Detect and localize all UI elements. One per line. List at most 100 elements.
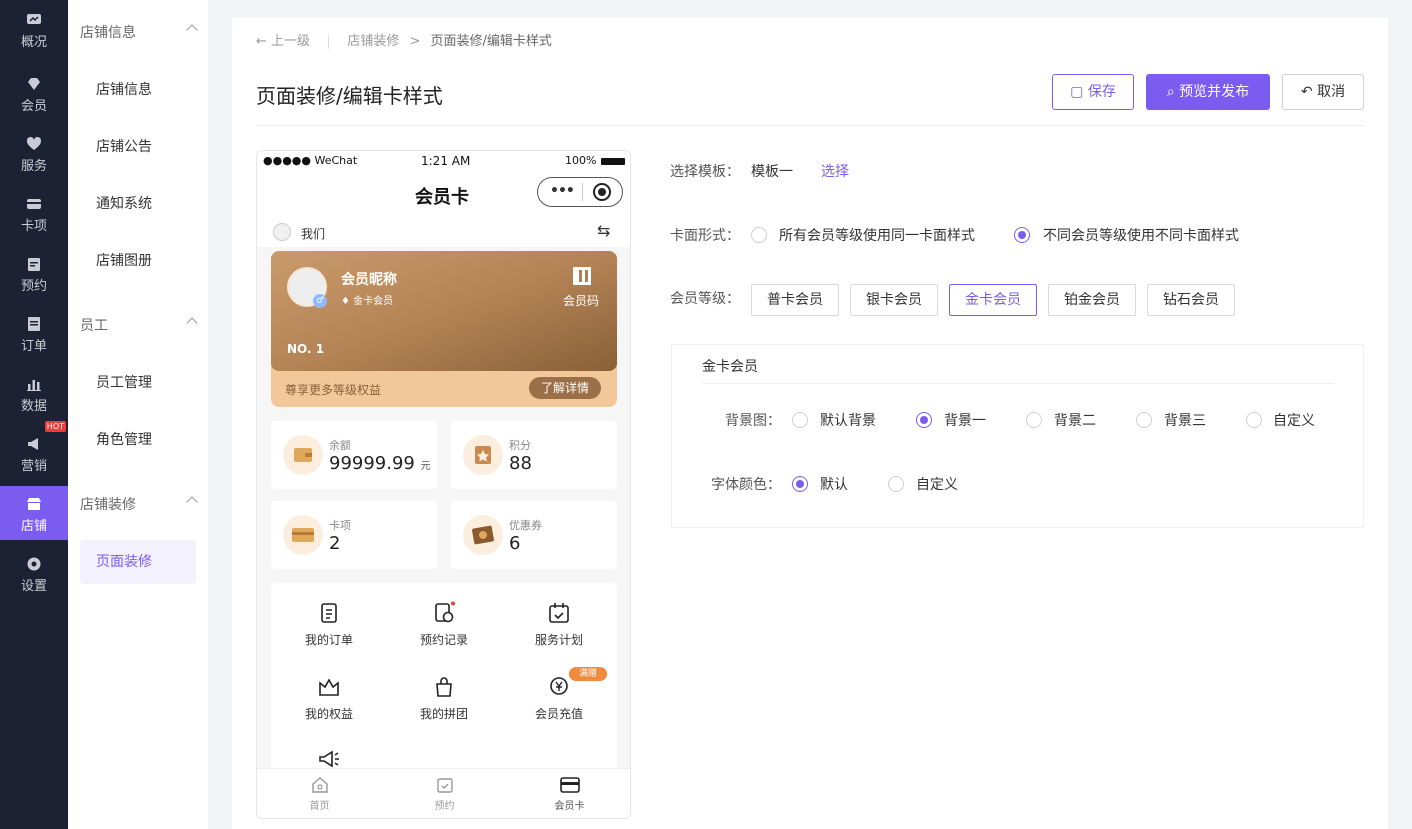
grid-my-benefits-label: 我的权益 <box>304 707 353 721</box>
bg-default-label[interactable]: 默认背景 <box>820 410 876 430</box>
level-tab-silver[interactable]: 银卡会员 <box>850 284 938 316</box>
megaphone-icon <box>28 438 38 450</box>
font-custom-label[interactable]: 自定义 <box>916 474 958 494</box>
tab-booking[interactable]: 预约 <box>382 775 507 812</box>
bg-custom-label[interactable]: 自定义 <box>1273 410 1315 430</box>
crown-icon <box>319 678 339 696</box>
stat-coupons-value: 6 <box>509 533 521 554</box>
nav-cards[interactable]: 卡项 <box>0 186 68 240</box>
nav-booking[interactable]: 预约 <box>0 246 68 300</box>
bg-one-radio[interactable] <box>916 412 932 428</box>
order-icon <box>28 317 40 331</box>
nav-services[interactable]: 服务 <box>0 126 68 180</box>
bg-two-radio[interactable] <box>1026 412 1042 428</box>
style-different-radio[interactable] <box>1014 227 1030 243</box>
style-same-label[interactable]: 所有会员等级使用同一卡面样式 <box>779 225 975 245</box>
level-panel-title: 金卡会员 <box>702 359 758 375</box>
group-decoration[interactable]: 店铺装修 <box>80 494 198 514</box>
subnav-item-store-info[interactable]: 店铺信息 <box>80 68 196 112</box>
nav-store-label: 店铺 <box>20 519 47 534</box>
store-icon <box>27 498 41 510</box>
tab-home[interactable]: 首页 <box>257 775 382 812</box>
preview-publish-button[interactable]: ⌕ 预览并发布 <box>1146 74 1270 110</box>
secondary-nav: 店铺信息 店铺信息 店铺公告 通知系统 店铺图册 员工 员工管理 角色管理 店铺… <box>68 0 208 829</box>
subnav-item-roles[interactable]: 角色管理 <box>80 418 196 462</box>
capsule-menu[interactable]: ••• <box>537 177 623 207</box>
status-time: 1:21 AM <box>421 154 471 168</box>
member-number: NO. 1 <box>287 342 325 356</box>
nav-data[interactable]: 数据 <box>0 366 68 420</box>
breadcrumb: ← 上一级 店铺装修 > 页面装修/编辑卡样式 <box>256 30 552 49</box>
status-carrier: ●●●●● WeChat <box>263 154 358 167</box>
recharge-badge: 满赠 <box>569 667 607 681</box>
bg-three-radio[interactable] <box>1136 412 1152 428</box>
tab-member-card[interactable]: 会员卡 <box>507 775 630 812</box>
font-custom-radio[interactable] <box>888 476 904 492</box>
stat-balance[interactable]: 余额 99999.99 元 <box>271 421 437 489</box>
font-default-radio[interactable] <box>792 476 808 492</box>
phone-title: 会员卡 <box>415 187 469 208</box>
tab-home-label: 首页 <box>309 801 330 812</box>
subnav-item-notification[interactable]: 通知系统 <box>80 182 196 226</box>
details-button[interactable]: 了解详情 <box>529 377 601 399</box>
breadcrumb-parent[interactable]: 店铺装修 <box>347 34 399 49</box>
card-icon <box>559 777 580 793</box>
points-icon <box>463 435 503 475</box>
nav-settings[interactable]: 设置 <box>0 546 68 600</box>
qr-code-label[interactable]: 会员码 <box>563 292 599 309</box>
switch-icon[interactable]: ⇆ <box>597 221 610 240</box>
grid-my-orders[interactable]: 我的订单 <box>279 601 379 648</box>
grid-my-benefits[interactable]: 我的权益 <box>279 675 379 722</box>
subnav-item-page-decoration[interactable]: 页面装修 <box>80 540 196 584</box>
stat-points[interactable]: 积分 88 <box>451 421 617 489</box>
save-button[interactable]: ▢ 保存 <box>1052 74 1134 110</box>
group-staff-label: 员工 <box>80 318 108 334</box>
group-store-info[interactable]: 店铺信息 <box>80 22 198 42</box>
level-tab-gold[interactable]: 金卡会员 <box>949 284 1037 316</box>
nav-marketing[interactable]: HOT 营销 <box>0 421 68 480</box>
nav-cards-label: 卡项 <box>20 219 47 234</box>
grid-booking-records[interactable]: 预约记录 <box>394 601 494 648</box>
grid-my-group-buy[interactable]: 我的拼团 <box>394 675 494 722</box>
close-target-icon <box>593 183 611 201</box>
nav-overview[interactable]: 概况 <box>0 0 68 54</box>
bg-two-label[interactable]: 背景二 <box>1054 410 1096 430</box>
stat-coupons[interactable]: 优惠券 6 <box>451 501 617 569</box>
cancel-button[interactable]: ↶ 取消 <box>1282 74 1364 110</box>
bg-three-label[interactable]: 背景三 <box>1164 410 1206 430</box>
nav-booking-label: 预约 <box>20 279 47 294</box>
font-default-label[interactable]: 默认 <box>820 474 848 494</box>
level-tab-platinum[interactable]: 铂金会员 <box>1048 284 1136 316</box>
group-store-info-label: 店铺信息 <box>80 25 136 41</box>
font-color-label: 字体颜色： <box>711 477 781 493</box>
nav-data-label: 数据 <box>20 399 47 414</box>
grid-member-recharge[interactable]: 会员充值 <box>509 675 609 722</box>
subnav-item-staff[interactable]: 员工管理 <box>80 361 196 405</box>
bg-custom-radio[interactable] <box>1246 412 1262 428</box>
group-staff[interactable]: 员工 <box>80 315 198 335</box>
tab-booking-label: 预约 <box>434 801 455 812</box>
grid-service-plan[interactable]: 服务计划 <box>509 601 609 648</box>
nav-store[interactable]: 店铺 <box>0 486 68 540</box>
nav-overview-label: 概况 <box>20 35 47 50</box>
stat-cards[interactable]: 卡项 2 <box>271 501 437 569</box>
level-tab-regular[interactable]: 普卡会员 <box>751 284 839 316</box>
bg-default-radio[interactable] <box>792 412 808 428</box>
main-panel: ← 上一级 店铺装修 > 页面装修/编辑卡样式 页面装修/编辑卡样式 ▢ 保存 … <box>232 18 1388 829</box>
store-name: 我们 <box>301 227 326 241</box>
grid-member-recharge-label: 会员充值 <box>534 707 583 721</box>
level-tab-diamond[interactable]: 钻石会员 <box>1147 284 1235 316</box>
tab-member-card-label: 会员卡 <box>554 801 585 812</box>
subnav-item-announcement[interactable]: 店铺公告 <box>80 125 196 169</box>
bg-one-label[interactable]: 背景一 <box>944 410 986 430</box>
template-select-link[interactable]: 选择 <box>821 161 849 181</box>
undo-icon: ↶ <box>1300 84 1313 100</box>
style-different-label[interactable]: 不同会员等级使用不同卡面样式 <box>1043 225 1239 245</box>
style-same-radio[interactable] <box>751 227 767 243</box>
qr-code-icon[interactable] <box>573 267 591 285</box>
back-link[interactable]: ← 上一级 <box>256 34 310 49</box>
nav-members[interactable]: 会员 <box>0 66 68 120</box>
nav-orders[interactable]: 订单 <box>0 306 68 360</box>
breadcrumb-current: 页面装修/编辑卡样式 <box>430 34 552 49</box>
subnav-item-gallery[interactable]: 店铺图册 <box>80 239 196 283</box>
